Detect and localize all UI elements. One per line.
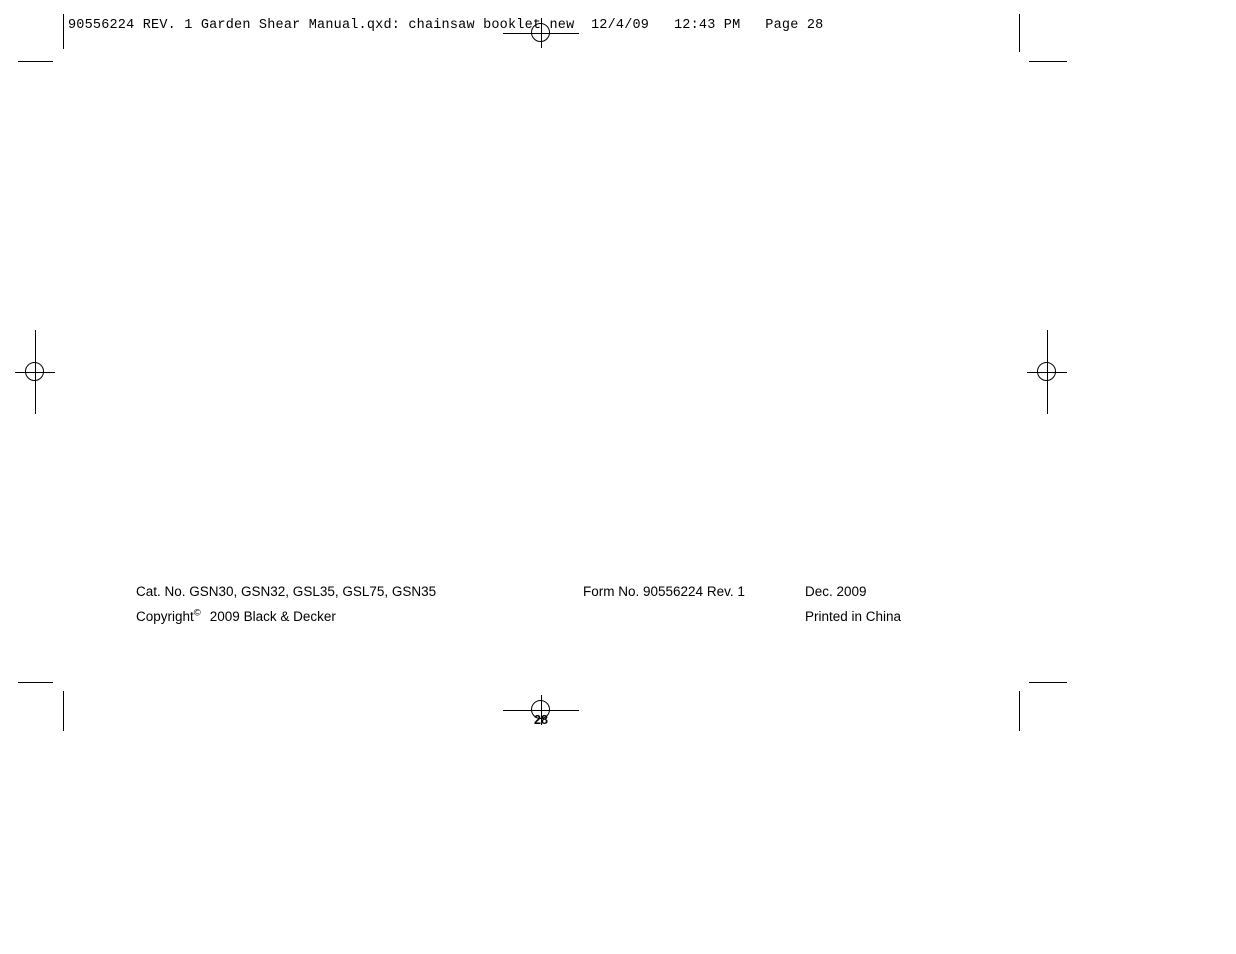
crop-mark-top-right-vertical [1019, 14, 1020, 52]
prepress-slug-line: 90556224 REV. 1 Garden Shear Manual.qxd:… [68, 18, 824, 33]
catalog-numbers: Cat. No. GSN30, GSN32, GSL35, GSL75, GSN… [136, 584, 437, 599]
page-number: 28 [534, 713, 548, 727]
crop-mark-bottom-right-horizontal [1029, 682, 1067, 683]
publication-date: Dec. 2009 [805, 584, 867, 599]
copyright-holder: 2009 Black & Decker [209, 609, 336, 624]
colophon: Cat. No. GSN30, GSN32, GSL35, GSL75, GSN… [136, 584, 936, 634]
copyright-notice: Copyright© 2009 Black & Decker [136, 607, 336, 624]
form-number: Form No. 90556224 Rev. 1 [583, 584, 745, 599]
crop-mark-bottom-left-horizontal [18, 682, 53, 683]
colophon-row-primary: Cat. No. GSN30, GSN32, GSL35, GSL75, GSN… [136, 584, 936, 609]
crop-mark-top-left-horizontal [18, 61, 53, 62]
crop-mark-top-left-vertical [63, 14, 64, 49]
registration-circle [531, 23, 550, 42]
registration-circle [1037, 362, 1056, 381]
copyright-symbol: © [193, 607, 201, 619]
print-proof-page: 90556224 REV. 1 Garden Shear Manual.qxd:… [0, 0, 1236, 954]
registration-circle [25, 362, 44, 381]
copyright-word: Copyright [136, 609, 194, 624]
printed-in: Printed in China [805, 609, 902, 624]
crop-mark-top-right-horizontal [1029, 61, 1067, 62]
colophon-row-secondary: Copyright© 2009 Black & Decker Printed in… [136, 607, 936, 634]
